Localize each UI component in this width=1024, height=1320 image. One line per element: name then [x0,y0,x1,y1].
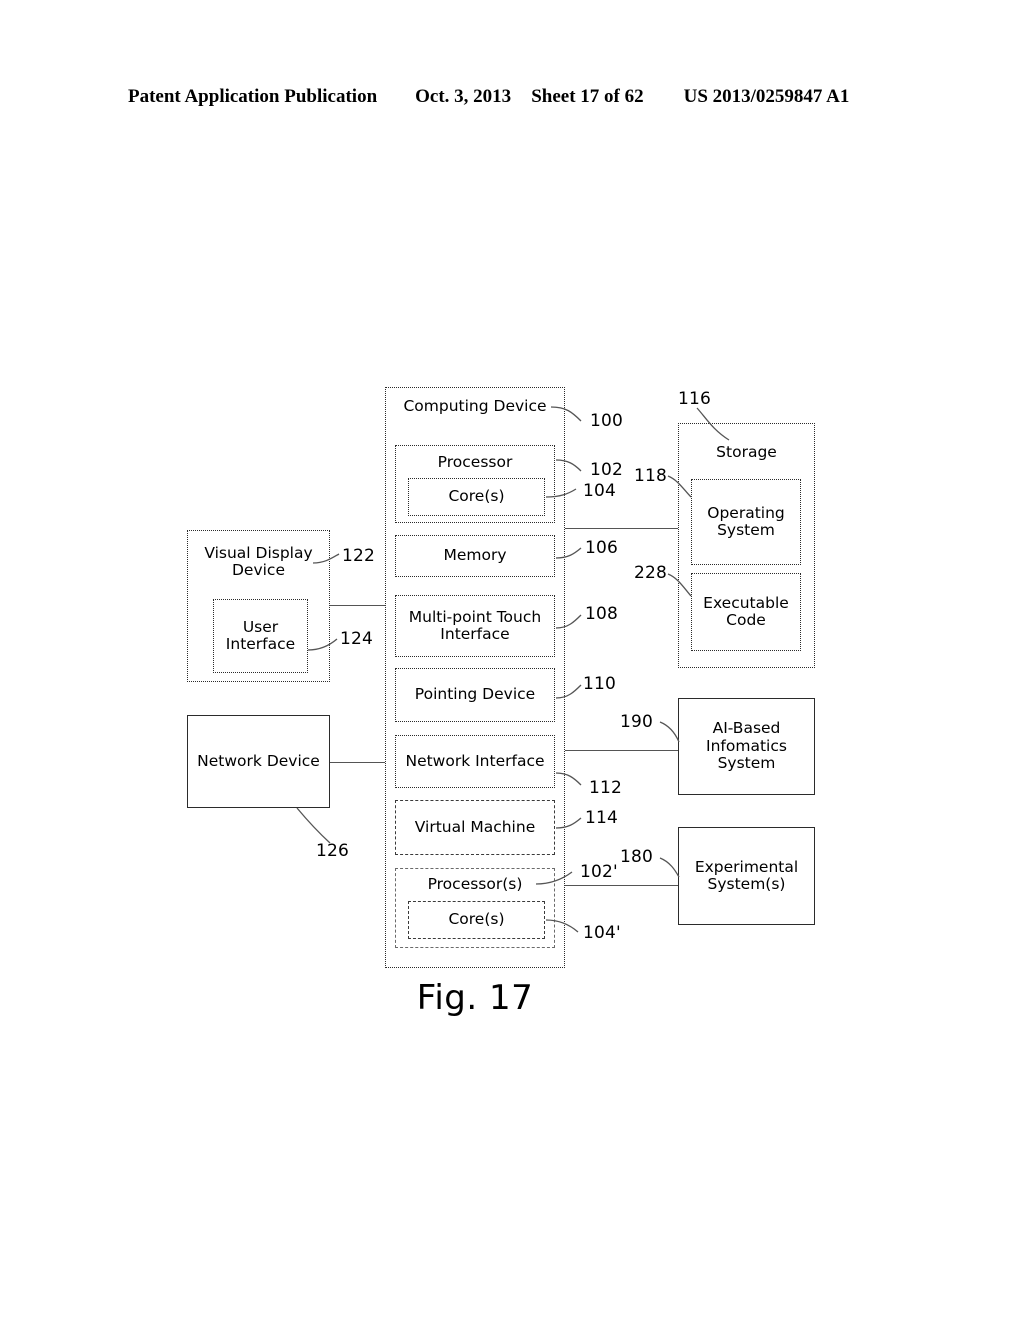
network-device-box[interactable]: Network Device [187,715,330,808]
ref-124: 124 [340,629,374,649]
operating-system-box[interactable]: Operating System [691,479,801,565]
vm-processors-label: Processor(s) [427,875,523,893]
cores-label: Core(s) [448,487,505,506]
ref-108: 108 [585,604,619,624]
ref-102-prime: 102' [580,862,618,882]
ref-190: 190 [620,712,654,732]
ref-100: 100 [590,411,624,431]
ref-102: 102 [590,460,624,480]
ref-122: 122 [342,546,376,566]
leader-126 [296,807,331,844]
leader-190 [659,721,680,743]
leader-180 [659,857,680,878]
ref-104-prime: 104' [583,923,621,943]
connector-display-to-computing [330,605,385,606]
ai-based-infomatics-system-label: AI-Based Infomatics System [706,719,787,773]
multipoint-touch-interface-label: Multi-point Touch Interface [408,607,542,643]
figure-17-diagram: Visual Display Device User Interface Net… [0,0,1024,1320]
network-device-label: Network Device [197,751,320,770]
processor-label: Processor [437,453,513,471]
executable-code-label: Executable Code [703,593,789,629]
user-interface-label: User Interface [225,617,296,653]
network-interface-box[interactable]: Network Interface [395,735,555,788]
ref-104: 104 [583,481,617,501]
network-interface-label: Network Interface [405,751,545,770]
experimental-system-box[interactable]: Experimental System(s) [678,827,815,925]
ref-118: 118 [634,466,668,486]
connector-computing-to-storage [565,528,678,529]
virtual-machine-box[interactable]: Virtual Machine [395,800,555,855]
computing-device-label: Computing Device [403,397,547,415]
pointing-device-box[interactable]: Pointing Device [395,668,555,722]
operating-system-label: Operating System [707,503,785,539]
connector-network-device-to-computing [330,762,385,763]
ai-based-infomatics-system-box[interactable]: AI-Based Infomatics System [678,698,815,795]
cores-box[interactable]: Core(s) [408,478,545,516]
experimental-system-label: Experimental System(s) [694,857,799,893]
memory-box[interactable]: Memory [395,535,555,577]
pointing-device-label: Pointing Device [414,685,536,704]
ref-126: 126 [316,841,350,861]
multipoint-touch-interface-box[interactable]: Multi-point Touch Interface [395,595,555,657]
virtual-machine-label: Virtual Machine [414,817,536,836]
ref-228: 228 [634,563,668,583]
visual-display-device-label: Visual Display Device [204,544,313,580]
user-interface-box[interactable]: User Interface [213,599,308,673]
ref-110: 110 [583,674,617,694]
ref-112: 112 [589,778,623,798]
ref-106: 106 [585,538,619,558]
vm-cores-label: Core(s) [448,910,505,929]
storage-label: Storage [716,443,777,461]
ref-180: 180 [620,847,654,867]
ref-114: 114 [585,808,619,828]
connector-computing-to-ai-system [565,750,678,751]
ref-116: 116 [678,389,712,409]
vm-cores-box[interactable]: Core(s) [408,901,545,939]
executable-code-box[interactable]: Executable Code [691,573,801,651]
connector-computing-to-experimental-system [565,885,678,886]
memory-label: Memory [443,546,507,565]
figure-caption: Fig. 17 [416,978,534,1018]
